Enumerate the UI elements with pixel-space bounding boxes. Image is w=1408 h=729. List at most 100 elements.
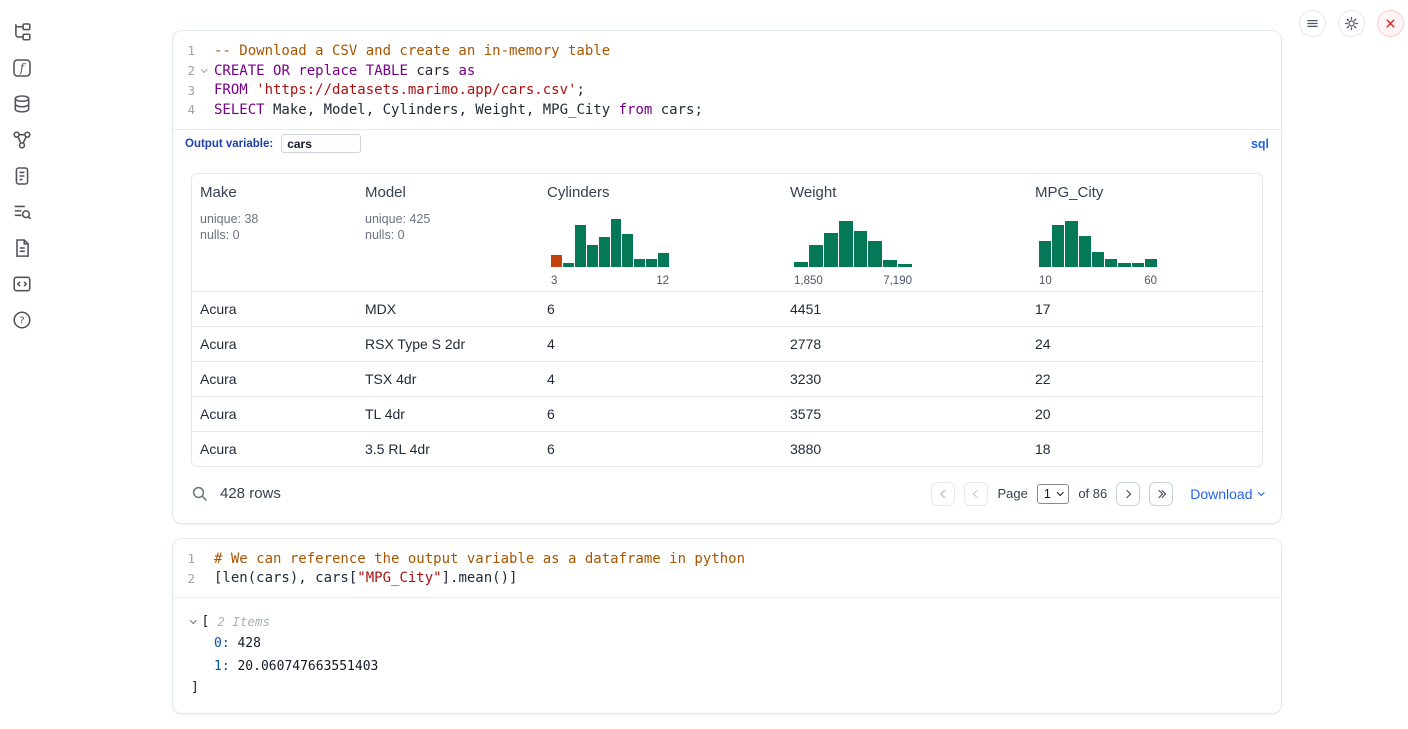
notebook-area: 1 -- Download a CSV and create an in-memo… — [172, 30, 1282, 728]
code-text: -- Download a CSV and create an in-memor… — [214, 43, 610, 59]
column-stats: unique: 38nulls: 0 — [200, 211, 349, 244]
column-stats: unique: 425nulls: 0 — [365, 211, 531, 244]
histogram-bar — [658, 253, 669, 267]
histogram[interactable] — [794, 215, 912, 267]
code-line[interactable]: 2 CREATE OR replace TABLE cars as — [173, 61, 1281, 81]
datasources-icon[interactable] — [12, 94, 32, 114]
code-line[interactable]: 4 SELECT Make, Model, Cylinders, Weight, … — [173, 100, 1281, 120]
histogram-bar — [599, 237, 610, 267]
tree-entries: 0: 4281: 20.060747663551403 — [191, 633, 1281, 678]
packages-icon[interactable] — [12, 274, 32, 294]
code-text: SELECT Make, Model, Cylinders, Weight, M… — [214, 102, 703, 118]
table-cell: Acura — [192, 397, 357, 431]
histogram-bar — [587, 245, 598, 267]
code-text: CREATE OR replace TABLE cars as — [214, 63, 475, 79]
tree-open-bracket: [ — [202, 611, 210, 633]
search-icon[interactable] — [191, 485, 208, 502]
table-cell: MDX — [357, 292, 539, 326]
documentation-icon[interactable] — [12, 238, 32, 258]
histogram-axis-labels: 1060 — [1039, 275, 1157, 287]
line-number: 4 — [173, 102, 195, 117]
histogram-bar — [622, 234, 633, 267]
prev-page-button[interactable] — [964, 482, 988, 506]
table-cell: 3.5 RL 4dr — [357, 432, 539, 466]
column-header-make[interactable]: Make unique: 38nulls: 0 — [192, 174, 357, 291]
table-row[interactable]: AcuraTL 4dr6357520 — [192, 396, 1262, 431]
table-cell: TSX 4dr — [357, 362, 539, 396]
column-header-mpg_city[interactable]: MPG_City1060 — [1027, 174, 1262, 291]
tree-close-bracket: ] — [191, 678, 1281, 698]
table-row[interactable]: AcuraTSX 4dr4323022 — [192, 361, 1262, 396]
file-explorer-icon[interactable] — [12, 22, 32, 42]
menu-button[interactable] — [1299, 10, 1326, 37]
column-header-cylinders[interactable]: Cylinders312 — [539, 174, 782, 291]
logs-icon[interactable] — [12, 166, 32, 186]
column-header-weight[interactable]: Weight1,8507,190 — [782, 174, 1027, 291]
histogram[interactable] — [1039, 215, 1157, 267]
variables-icon[interactable]: f — [12, 58, 32, 78]
first-page-button[interactable] — [931, 482, 955, 506]
table-row[interactable]: AcuraRSX Type S 2dr4277824 — [192, 326, 1262, 361]
histogram-bar — [1132, 263, 1144, 267]
next-page-button[interactable] — [1116, 482, 1140, 506]
table-footer: 428 rows Page 1 of 86 Download — [173, 467, 1281, 523]
code-line[interactable]: 1 -- Download a CSV and create an in-memo… — [173, 41, 1281, 61]
code-line[interactable]: 2[len(cars), cars["MPG_City"].mean()] — [173, 568, 1281, 588]
fold-chevron-icon[interactable] — [195, 70, 214, 72]
snippets-icon[interactable] — [12, 202, 32, 222]
table-cell: 17 — [1027, 292, 1262, 326]
line-number: 1 — [173, 43, 195, 58]
row-count: 428 rows — [220, 485, 281, 502]
cell-python: 1 # We can reference the output variable … — [172, 538, 1282, 714]
histogram-bar — [611, 219, 622, 267]
table-cell: 4 — [539, 362, 782, 396]
page-select[interactable]: 1 — [1037, 484, 1069, 504]
collapse-icon[interactable] — [190, 617, 196, 623]
page-total-label: of 86 — [1078, 486, 1107, 501]
histogram-bar — [563, 263, 574, 267]
table-cell: 6 — [539, 292, 782, 326]
column-header-model[interactable]: Modelunique: 425nulls: 0 — [357, 174, 539, 291]
histogram-bar — [1145, 259, 1157, 267]
dependency-graph-icon[interactable] — [12, 130, 32, 150]
table-cell: 3880 — [782, 432, 1027, 466]
download-button[interactable]: Download — [1190, 486, 1263, 502]
histogram-bar — [839, 221, 853, 267]
histogram-axis-labels: 1,8507,190 — [794, 275, 912, 287]
code-line[interactable]: 1 # We can reference the output variable … — [173, 549, 1281, 569]
histogram-bar — [868, 241, 882, 267]
table-cell: 24 — [1027, 327, 1262, 361]
line-number: 2 — [173, 571, 195, 586]
help-icon[interactable]: ? — [12, 310, 32, 330]
output-variable-input[interactable] — [281, 134, 361, 153]
sql-code-editor[interactable]: 1 -- Download a CSV and create an in-memo… — [173, 31, 1281, 129]
table-row[interactable]: AcuraMDX6445117 — [192, 291, 1262, 326]
histogram-bar — [1105, 259, 1117, 267]
python-code-editor[interactable]: 1 # We can reference the output variable … — [173, 539, 1281, 597]
line-number: 1 — [173, 551, 195, 566]
code-text: # We can reference the output variable a… — [214, 551, 745, 567]
histogram-bar — [575, 225, 586, 267]
download-label: Download — [1190, 486, 1252, 502]
histogram-bar — [854, 231, 868, 267]
output-tree: [ 2 Items 0: 4281: 20.060747663551403 ] — [173, 597, 1281, 713]
table-row[interactable]: Acura3.5 RL 4dr6388018 — [192, 431, 1262, 466]
line-number: 2 — [173, 63, 195, 78]
code-line[interactable]: 3FROM 'https://datasets.marimo.app/cars.… — [173, 80, 1281, 100]
column-name: Make — [200, 184, 349, 201]
pagination: Page 1 of 86 Download — [931, 482, 1263, 506]
table-cell: Acura — [192, 292, 357, 326]
close-button[interactable] — [1377, 10, 1404, 37]
histogram-bar — [646, 259, 657, 267]
chevron-down-icon — [1258, 489, 1264, 495]
last-page-button[interactable] — [1149, 482, 1173, 506]
histogram-bar — [824, 233, 838, 267]
table-cell: 6 — [539, 432, 782, 466]
histogram-bar — [1039, 241, 1051, 267]
histogram[interactable] — [551, 215, 669, 267]
tree-entry: 1: 20.060747663551403 — [191, 656, 1281, 679]
data-table: Make unique: 38nulls: 0Modelunique: 425nu… — [191, 173, 1263, 467]
tree-root: [ 2 Items — [191, 611, 1281, 633]
histogram-bar — [794, 262, 808, 267]
settings-button[interactable] — [1338, 10, 1365, 37]
